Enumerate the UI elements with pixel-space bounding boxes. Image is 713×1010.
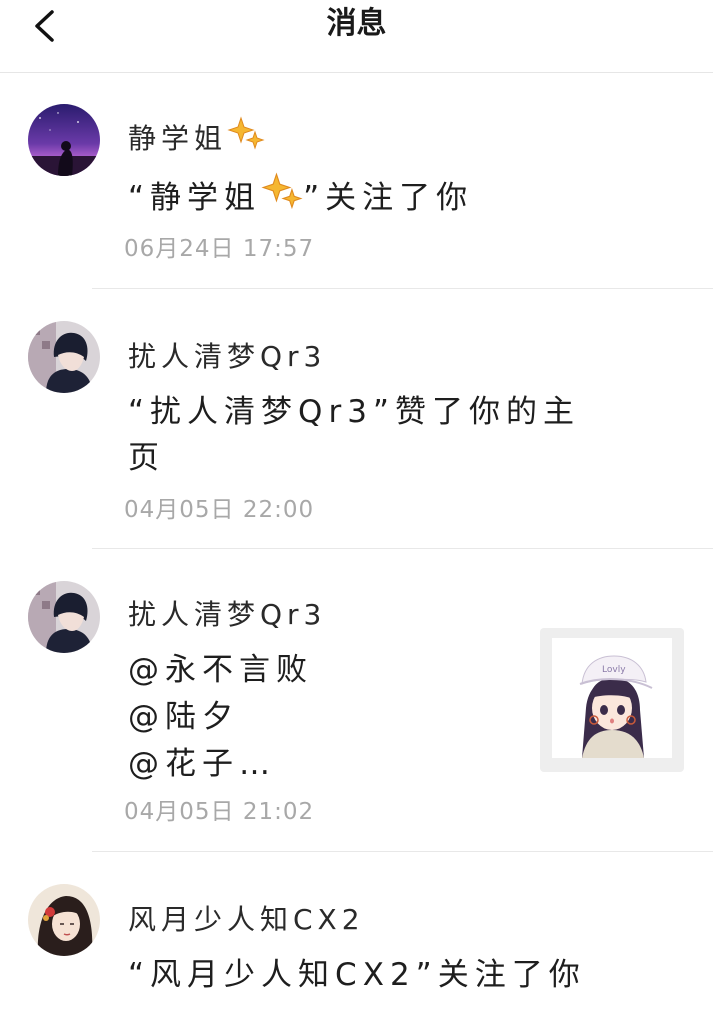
avatar[interactable]	[28, 104, 100, 176]
message-text: “扰人清梦Qr3”赞了你的主 页	[128, 394, 580, 476]
post-thumbnail[interactable]: Lovly	[540, 628, 684, 772]
sparkles-icon	[227, 116, 265, 165]
avatar[interactable]	[28, 581, 100, 653]
sender-name[interactable]: 扰人清梦Qr3	[128, 337, 326, 377]
sender-name[interactable]: 扰人清梦Qr3	[128, 595, 326, 635]
message-text-close: ”关注了你	[303, 180, 474, 216]
sparkles-icon	[261, 172, 303, 227]
sender-name-text: 静学姐	[128, 122, 228, 155]
timestamp: 04月05日 22:00	[124, 497, 315, 523]
sender-name[interactable]: 静学姐	[128, 116, 265, 165]
svg-text:Lovly: Lovly	[602, 665, 626, 675]
avatar[interactable]	[28, 884, 100, 956]
page-title: 消息	[326, 6, 387, 41]
sender-name[interactable]: 风月少人知CX2	[128, 900, 365, 940]
timestamp: 04月05日 21:02	[124, 799, 315, 825]
avatar[interactable]	[28, 321, 100, 393]
message-item-follow-2[interactable]: 风月少人知CX2 “风月少人知CX2”关注了你	[0, 852, 713, 1010]
anime-girl-thumbnail: Lovly	[552, 638, 672, 758]
message-text: “静学姐 ”关注了你	[128, 172, 688, 227]
message-item-follow-1[interactable]: 静学姐 “静学姐 ”关注了你 06月24日 17:57	[0, 72, 713, 288]
message-text-open: “静学姐	[128, 180, 262, 216]
message-text: @永不言败 @陆夕 @花子…	[128, 652, 313, 782]
top-bar: 消息	[0, 0, 713, 73]
message-item-like[interactable]: 扰人清梦Qr3 “扰人清梦Qr3”赞了你的主 页 04月05日 22:00	[0, 289, 713, 548]
message-text: “风月少人知CX2”关注了你	[128, 957, 586, 993]
timestamp: 06月24日 17:57	[124, 236, 315, 262]
